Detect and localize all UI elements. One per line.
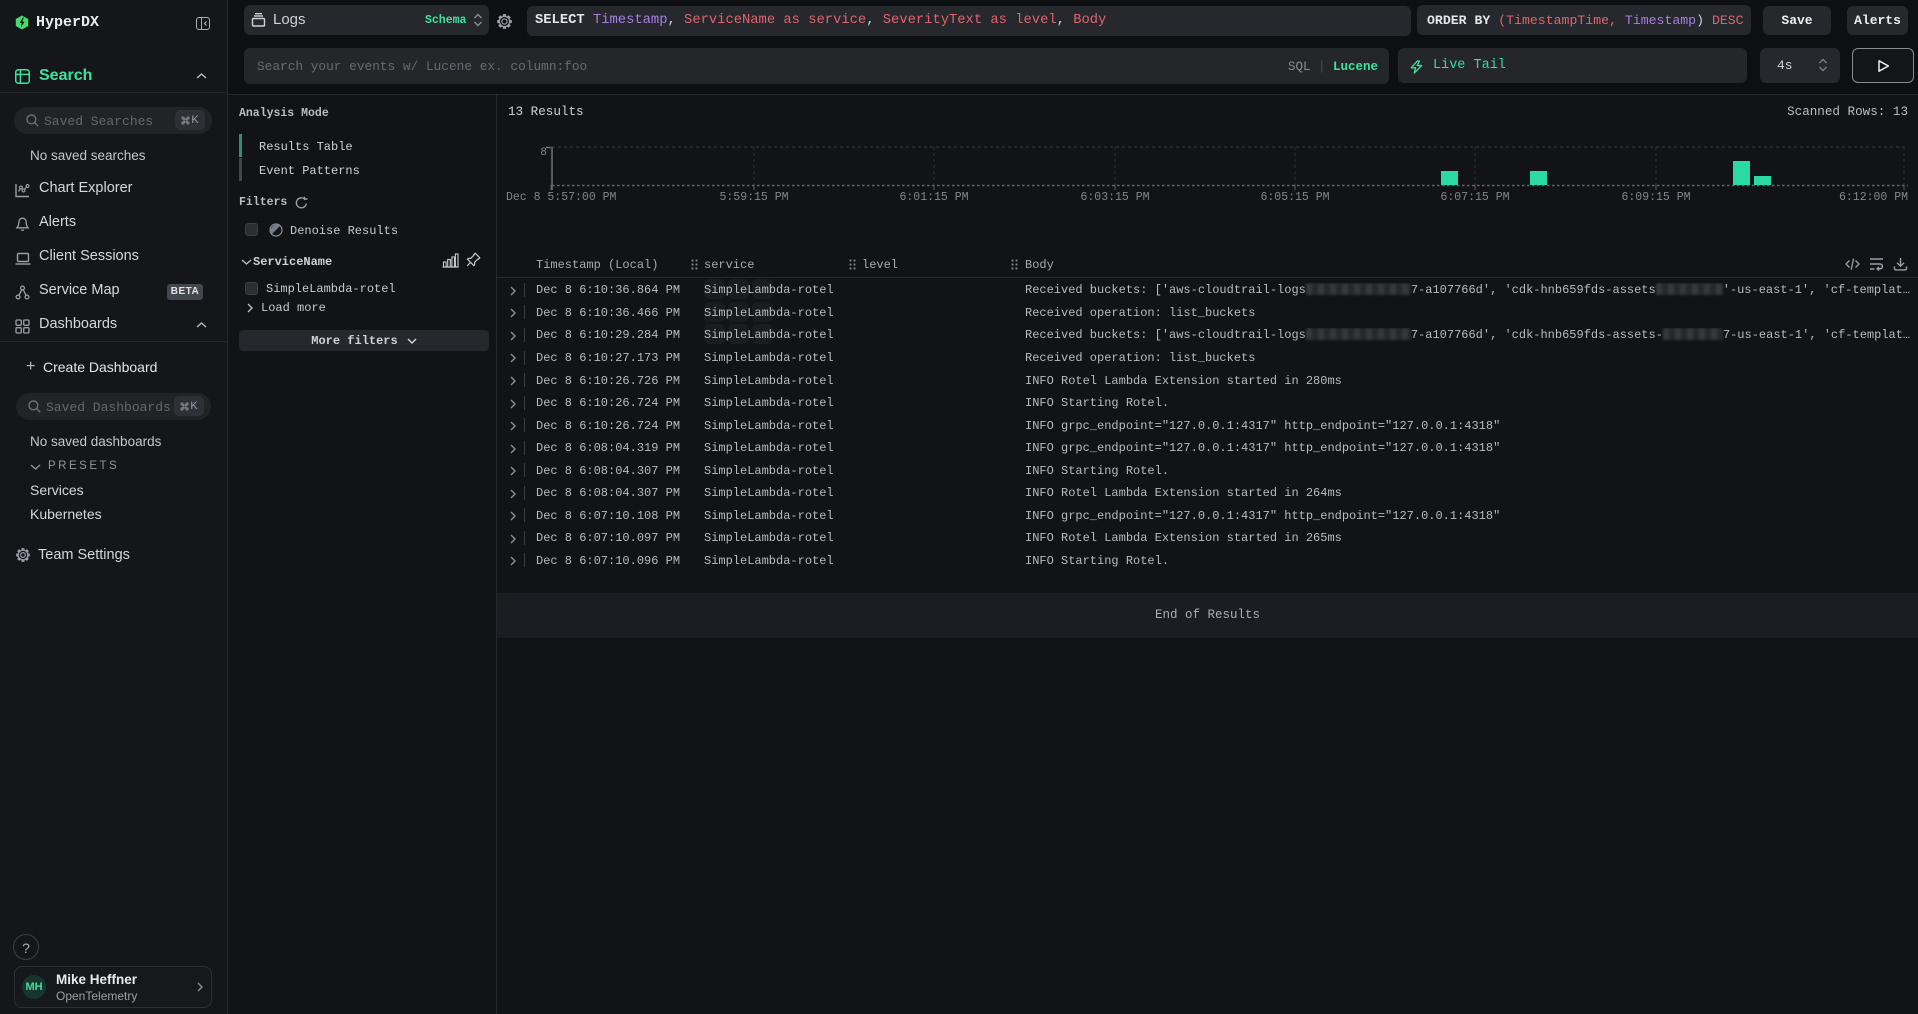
svg-text:6:09:15 PM: 6:09:15 PM — [1621, 191, 1690, 204]
svg-text:6:01:15 PM: 6:01:15 PM — [899, 191, 968, 204]
svg-text:8: 8 — [540, 147, 547, 159]
svg-text:5:59:15 PM: 5:59:15 PM — [719, 191, 788, 204]
svg-text:6:12:00 PM: 6:12:00 PM — [1839, 191, 1908, 204]
svg-text:6:07:15 PM: 6:07:15 PM — [1440, 191, 1509, 204]
svg-text:Dec 8 5:57:00 PM: Dec 8 5:57:00 PM — [506, 191, 617, 204]
svg-text:6:05:15 PM: 6:05:15 PM — [1260, 191, 1329, 204]
svg-text:6:03:15 PM: 6:03:15 PM — [1080, 191, 1149, 204]
